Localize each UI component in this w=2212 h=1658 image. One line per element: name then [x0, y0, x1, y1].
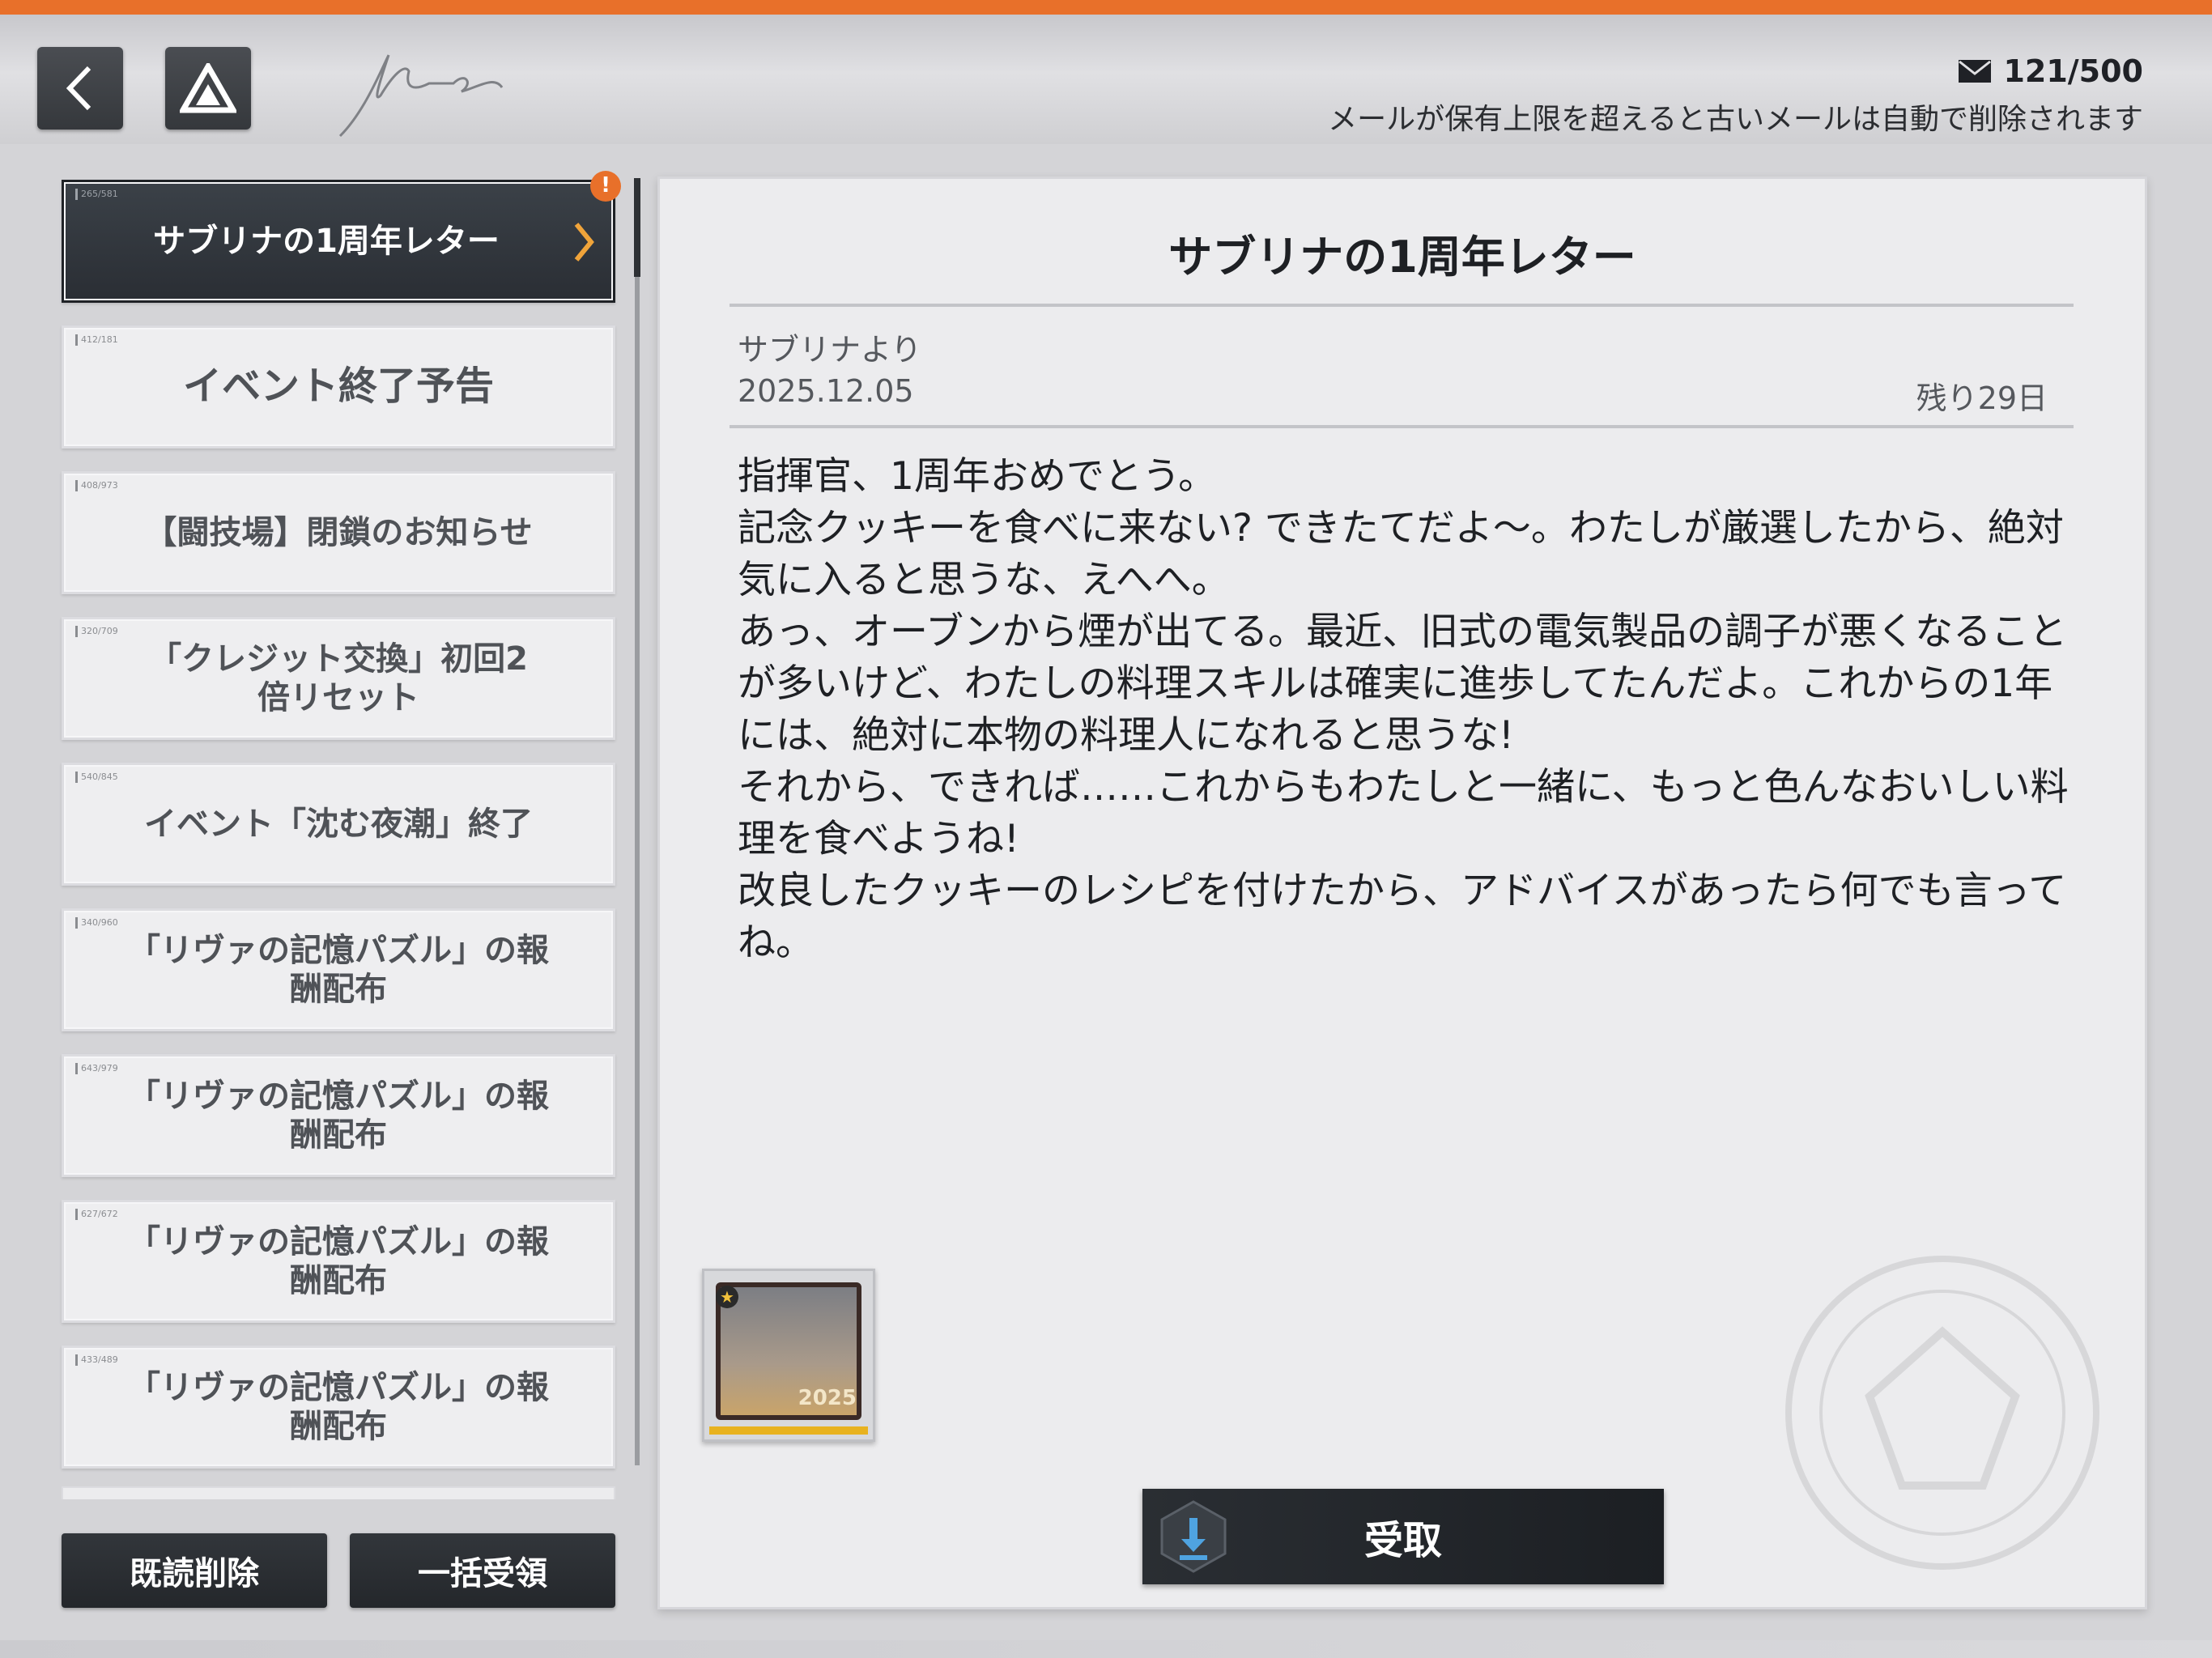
bottom-status-strip [0, 1640, 2212, 1658]
reward-rarity-bar [709, 1426, 868, 1435]
mail-item[interactable]: 320/709 「クレジット交換」初回2倍リセット [62, 617, 615, 740]
mail-body: 指揮官、1周年おめでとう。 記念クッキーを食べに来ない? できたてだよ〜。わたし… [738, 451, 2074, 969]
mail-date: 2025.12.05 [738, 373, 914, 409]
top-bar: 121/500 メールが保有上限を超えると古いメールは自動で削除されます [0, 15, 2212, 144]
chevron-right-icon [574, 223, 594, 261]
mail-body-paragraph: それから、できれば……これからもわたしと一緒に、もっと色んなおいしい料理を食べよ… [738, 765, 2069, 861]
mail-item-tag: 627/672 [75, 1209, 118, 1220]
title-divider [730, 304, 2074, 307]
mail-item-title: 「リヴァの記憶パズル」の報酬配布 [128, 1223, 549, 1299]
receive-button[interactable]: 受取 [1142, 1489, 1664, 1584]
mail-item[interactable]: 540/845 イベント「沈む夜潮」終了 [62, 763, 615, 886]
mail-item[interactable]: 627/672 「リヴァの記憶パズル」の報酬配布 [62, 1200, 615, 1323]
mail-item-tag: 433/489 [75, 1354, 118, 1366]
download-icon [1160, 1500, 1227, 1573]
mail-item-tag: 412/181 [75, 334, 118, 346]
mail-item-title: イベント終了予告 [182, 363, 494, 410]
stamp-watermark [1785, 1256, 2099, 1570]
mail-sender: サブリナより [738, 332, 922, 368]
mail-item[interactable]: 340/960 「リヴァの記憶パズル」の報酬配布 [62, 908, 615, 1031]
mail-body-paragraph: 指揮官、1周年おめでとう。 [738, 454, 1217, 499]
mail-item-tag: 540/845 [75, 772, 118, 783]
mail-item-tag: 320/709 [75, 626, 118, 637]
exclamation-badge-icon: ! [590, 171, 621, 202]
mail-limit-notice: メールが保有上限を超えると古いメールは自動で削除されます [1328, 103, 2143, 136]
reward-item-year: 2025 [798, 1386, 857, 1410]
mail-list-scrollbar[interactable] [634, 178, 640, 1465]
mail-item-partial [62, 1486, 615, 1499]
mail-item-title: 【闘技場】閉鎖のお知らせ [144, 514, 533, 551]
mail-item-tag: 643/979 [75, 1063, 118, 1074]
mail-item[interactable]: 643/979 「リヴァの記憶パズル」の報酬配布 [62, 1054, 615, 1177]
mail-body-paragraph: 記念クッキーを食べに来ない? できたてだよ〜。わたしが厳選したから、絶対気に入る… [738, 506, 2064, 602]
mail-detail-panel: サブリナの1周年レター サブリナより 2025.12.05 残り29日 指揮官、… [657, 176, 2147, 1609]
envelope-icon [1959, 60, 1992, 83]
mail-detail-title: サブリナの1周年レター [1168, 232, 1636, 283]
mail-item-title: サブリナの1周年レター [153, 223, 500, 260]
mail-remaining-days: 残り29日 [1916, 380, 2048, 416]
header-divider [730, 425, 2074, 428]
mail-item-title: 「リヴァの記憶パズル」の報酬配布 [128, 1369, 549, 1445]
chevron-left-icon [66, 66, 91, 111]
mail-item[interactable]: 408/973 【闘技場】閉鎖のお知らせ [62, 471, 615, 594]
star-icon: ★ [716, 1286, 738, 1308]
scrollbar-thumb[interactable] [634, 178, 640, 277]
back-button[interactable] [37, 47, 123, 130]
mail-item[interactable]: 412/181 イベント終了予告 [62, 325, 615, 449]
mail-item-title: 「リヴァの記憶パズル」の報酬配布 [128, 1078, 549, 1154]
mail-item-selected[interactable]: 265/581 サブリナの1周年レター ! [62, 171, 621, 303]
mail-count: 121/500 [1958, 53, 2143, 89]
claim-all-button[interactable]: 一括受領 [350, 1533, 615, 1608]
reward-item[interactable]: ★ 2025 [702, 1269, 875, 1442]
mail-item-tag: 265/581 [75, 189, 118, 200]
mail-body-paragraph: 改良したクッキーのレシピを付けたから、アドバイスがあったら何でも言ってね。 [738, 869, 2067, 965]
mail-item-title: 「リヴァの記憶パズル」の報酬配布 [128, 932, 549, 1008]
mail-item-tag: 340/960 [75, 917, 118, 929]
mail-item-title: 「クレジット交換」初回2倍リセット [149, 640, 528, 716]
mail-body-paragraph: あっ、オーブンから煙が出てる。最近、旧式の電気製品の調子が悪くなることが多いけど… [738, 610, 2068, 758]
mail-count-text: 121/500 [2003, 53, 2143, 89]
top-accent-bar [0, 0, 2212, 15]
delete-read-button[interactable]: 既読削除 [62, 1533, 327, 1608]
mail-item[interactable]: 433/489 「リヴァの記憶パズル」の報酬配布 [62, 1346, 615, 1469]
home-button[interactable] [165, 47, 251, 130]
mail-item-title: イベント「沈む夜潮」終了 [144, 806, 533, 843]
signature-mark [338, 54, 504, 138]
receive-button-label: 受取 [1363, 1518, 1442, 1563]
logo-triangle-icon [180, 63, 236, 113]
mail-item-tag: 408/973 [75, 480, 118, 491]
